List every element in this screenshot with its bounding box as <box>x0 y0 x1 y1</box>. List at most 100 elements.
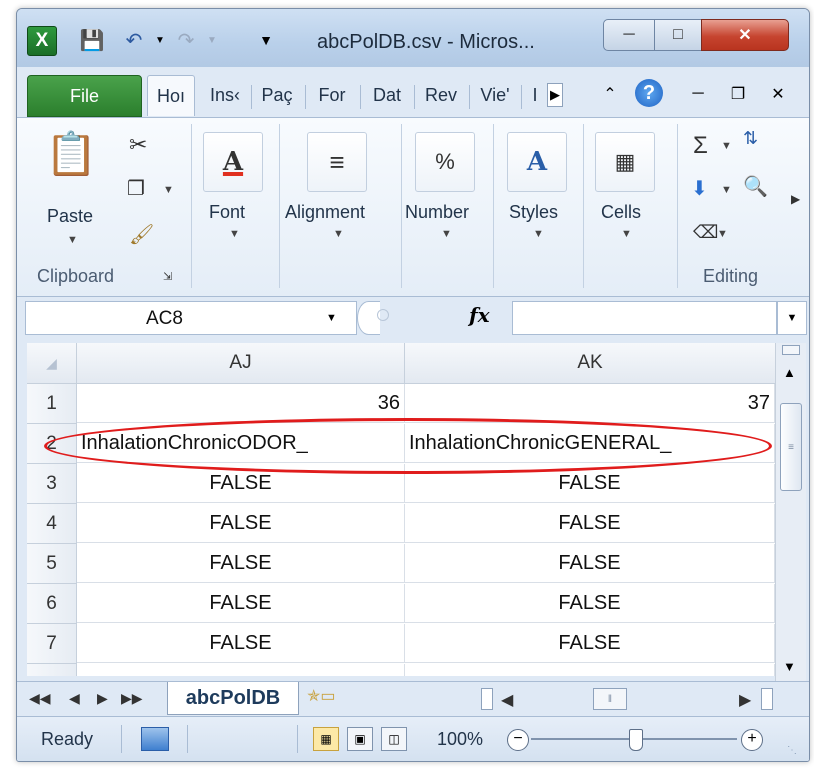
number-format-icon[interactable]: % <box>415 132 475 192</box>
name-box-dropdown-icon[interactable]: ▼ <box>326 312 337 324</box>
tab-review[interactable]: Rev <box>418 75 464 115</box>
tab-split-handle[interactable] <box>481 688 493 710</box>
previous-sheet-icon[interactable]: ◀ <box>69 690 80 707</box>
find-select-icon[interactable]: 🔍 <box>743 174 768 199</box>
minimize-ribbon-icon[interactable]: ⌃ <box>597 81 623 107</box>
select-all-corner[interactable]: ◢ <box>27 343 77 384</box>
expand-formula-bar-icon[interactable]: ▼ <box>777 301 807 335</box>
cell-ak2[interactable]: InhalationChronicGENERAL_ <box>405 424 775 463</box>
cell-aj5[interactable]: FALSE <box>77 544 405 583</box>
insert-worksheet-icon[interactable]: ✯▭ <box>307 686 355 712</box>
tab-view[interactable]: Vie' <box>473 75 517 115</box>
styles-icon[interactable]: A <box>507 132 567 192</box>
tab-data[interactable]: Dat <box>364 75 410 115</box>
alignment-icon[interactable]: ≡ <box>307 132 367 192</box>
number-dropdown-icon[interactable]: ▼ <box>441 228 452 240</box>
scroll-left-icon[interactable]: ◀ <box>501 690 513 710</box>
ribbon-scroll-right-icon[interactable]: ▶ <box>791 192 800 206</box>
clear-icon[interactable]: ⌫ <box>693 222 718 243</box>
clear-dropdown-icon[interactable]: ▼ <box>717 228 728 240</box>
row-header[interactable]: 7 <box>27 624 77 664</box>
paste-button[interactable]: Paste <box>47 206 93 227</box>
row-header[interactable]: 4 <box>27 504 77 544</box>
autosum-dropdown-icon[interactable]: ▼ <box>721 140 732 152</box>
workbook-restore-icon[interactable]: ❐ <box>725 81 751 107</box>
cell-aj4[interactable]: FALSE <box>77 504 405 543</box>
paste-icon[interactable]: 📋 <box>45 130 97 179</box>
zoom-slider-thumb[interactable] <box>629 729 643 751</box>
row-header[interactable]: 3 <box>27 464 77 504</box>
sheet-tab-abcpoldb[interactable]: abcPolDB <box>167 682 299 715</box>
cells-button[interactable]: Cells <box>601 202 641 223</box>
cells-icon[interactable]: ▦ <box>595 132 655 192</box>
split-box-icon[interactable] <box>782 345 800 355</box>
format-painter-icon[interactable]: 🖌 <box>129 222 154 247</box>
macro-record-icon[interactable] <box>141 727 169 751</box>
tab-more[interactable]: I <box>525 75 545 115</box>
row-header[interactable]: 5 <box>27 544 77 584</box>
fill-dropdown-icon[interactable]: ▼ <box>721 184 732 196</box>
scroll-right-icon[interactable]: ▶ <box>739 690 751 710</box>
help-icon[interactable]: ? <box>635 79 663 107</box>
cells-dropdown-icon[interactable]: ▼ <box>621 228 632 240</box>
page-break-view-icon[interactable]: ◫ <box>381 727 407 751</box>
alignment-button[interactable]: Alignment <box>285 202 365 223</box>
excel-logo-icon[interactable]: X <box>27 26 57 56</box>
fill-icon[interactable]: ⬇ <box>691 176 708 201</box>
save-icon[interactable]: 💾 <box>79 27 105 53</box>
zoom-level[interactable]: 100% <box>437 729 483 750</box>
cell-ak3[interactable]: FALSE <box>405 464 775 503</box>
last-sheet-icon[interactable]: ▶▶ <box>121 690 143 707</box>
styles-button[interactable]: Styles <box>509 202 558 223</box>
tab-insert[interactable]: Ins‹ <box>203 75 247 115</box>
cut-icon[interactable]: ✂ <box>129 132 147 158</box>
styles-dropdown-icon[interactable]: ▼ <box>533 228 544 240</box>
scroll-down-icon[interactable]: ▼ <box>783 659 796 674</box>
row-header[interactable]: 1 <box>27 384 77 424</box>
cell-aj8[interactable] <box>77 664 405 676</box>
font-button-icon[interactable]: A <box>203 132 263 192</box>
minimize-button[interactable]: ─ <box>603 19 655 51</box>
zoom-out-icon[interactable]: − <box>507 729 529 751</box>
font-button[interactable]: Font <box>209 202 245 223</box>
resize-grip-icon[interactable]: ⋱ <box>787 745 797 756</box>
workbook-close-icon[interactable]: ✕ <box>765 81 791 107</box>
maximize-button[interactable]: □ <box>654 19 702 51</box>
formula-bar-splitter[interactable] <box>357 301 380 335</box>
row-header[interactable] <box>27 664 77 676</box>
close-button[interactable]: ✕ <box>701 19 789 51</box>
scroll-up-icon[interactable]: ▲ <box>783 365 796 380</box>
cell-aj7[interactable]: FALSE <box>77 624 405 663</box>
cell-aj1[interactable]: 36 <box>77 384 405 423</box>
copy-dropdown-icon[interactable]: ▼ <box>163 184 174 196</box>
number-button[interactable]: Number <box>405 202 469 223</box>
tab-file[interactable]: File <box>27 75 142 117</box>
workbook-minimize-icon[interactable]: ─ <box>685 81 711 107</box>
autosum-icon[interactable]: Σ <box>693 132 708 160</box>
first-sheet-icon[interactable]: ◀◀ <box>29 690 51 707</box>
tab-home[interactable]: Hoı <box>147 75 195 116</box>
customize-quick-access-icon[interactable]: ▼ <box>253 27 279 53</box>
undo-dropdown-icon[interactable]: ▼ <box>147 27 173 53</box>
column-header-ak[interactable]: AK <box>405 343 775 384</box>
normal-view-icon[interactable]: ▦ <box>313 727 339 751</box>
cell-aj3[interactable]: FALSE <box>77 464 405 503</box>
tab-page-layout[interactable]: Paç <box>255 75 299 115</box>
tab-scroll-right-icon[interactable]: ▶ <box>547 83 563 107</box>
column-header-aj[interactable]: AJ <box>77 343 405 384</box>
cell-aj2[interactable]: InhalationChronicODOR_ <box>77 424 405 463</box>
clipboard-launcher-icon[interactable]: ⇲ <box>163 270 172 283</box>
font-dropdown-icon[interactable]: ▼ <box>229 228 240 240</box>
paste-dropdown-icon[interactable]: ▼ <box>67 234 78 246</box>
cell-ak4[interactable]: FALSE <box>405 504 775 543</box>
page-layout-view-icon[interactable]: ▣ <box>347 727 373 751</box>
tab-formulas[interactable]: For <box>309 75 355 115</box>
cell-ak8[interactable] <box>405 664 775 676</box>
formula-input[interactable] <box>512 301 777 335</box>
cell-ak6[interactable]: FALSE <box>405 584 775 623</box>
name-box[interactable]: AC8 ▼ <box>25 301 357 335</box>
alignment-dropdown-icon[interactable]: ▼ <box>333 228 344 240</box>
sort-filter-icon[interactable]: ⇅ <box>743 128 758 149</box>
scroll-thumb[interactable]: ≡ <box>780 403 802 491</box>
cell-ak7[interactable]: FALSE <box>405 624 775 663</box>
